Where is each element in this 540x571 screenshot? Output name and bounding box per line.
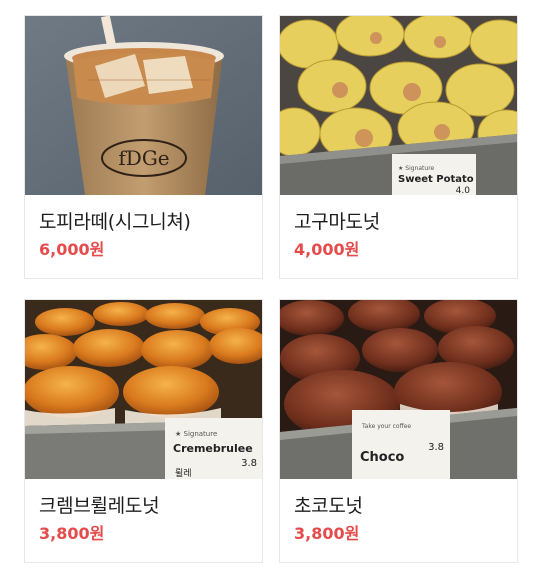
product-name: 도피라떼(시그니쳐)	[39, 211, 191, 233]
product-card[interactable]: ★ Signature Sweet Potato 4.0 고구마도넛 4,000…	[279, 15, 518, 279]
svg-text:★ Signature: ★ Signature	[398, 165, 435, 172]
product-price: 3,800원	[294, 524, 360, 543]
choco-donut-photo[interactable]: Take your coffee Choco 3.8	[280, 300, 517, 479]
svg-text:4.0: 4.0	[456, 186, 471, 195]
svg-text:★ Signature: ★ Signature	[175, 430, 217, 438]
coffee-cup-photo[interactable]: fDGe	[25, 16, 262, 195]
svg-text:Sweet Potato: Sweet Potato	[398, 174, 474, 185]
product-grid: fDGe 도피라떼(시그니쳐) 6,000원 ★ Signature Sweet…	[0, 0, 540, 571]
product-card[interactable]: Take your coffee Choco 3.8 초코도넛 3,800원	[279, 299, 518, 563]
product-price: 4,000원	[294, 240, 360, 259]
product-card[interactable]: fDGe 도피라떼(시그니쳐) 6,000원	[24, 15, 263, 279]
sweet-potato-donut-photo[interactable]: ★ Signature Sweet Potato 4.0	[280, 16, 517, 195]
product-card[interactable]: ★ Signature Cremebrulee 3.8 륄레 크렘브륄레도넛 3…	[24, 299, 263, 563]
svg-text:Cremebrulee: Cremebrulee	[173, 442, 253, 455]
product-price: 3,800원	[39, 524, 105, 543]
product-name: 초코도넛	[294, 495, 363, 517]
product-name: 고구마도넛	[294, 211, 380, 233]
svg-text:Choco: Choco	[360, 450, 404, 465]
product-name: 크렘브륄레도넛	[39, 495, 160, 517]
svg-text:Take your coffee: Take your coffee	[361, 423, 411, 430]
svg-text:fDGe: fDGe	[118, 146, 169, 170]
svg-text:3.8: 3.8	[428, 442, 444, 453]
svg-text:3.8: 3.8	[241, 458, 257, 469]
product-price: 6,000원	[39, 240, 105, 259]
svg-text:륄레: 륄레	[175, 468, 192, 479]
cremebrulee-donut-photo[interactable]: ★ Signature Cremebrulee 3.8 륄레	[25, 300, 262, 479]
